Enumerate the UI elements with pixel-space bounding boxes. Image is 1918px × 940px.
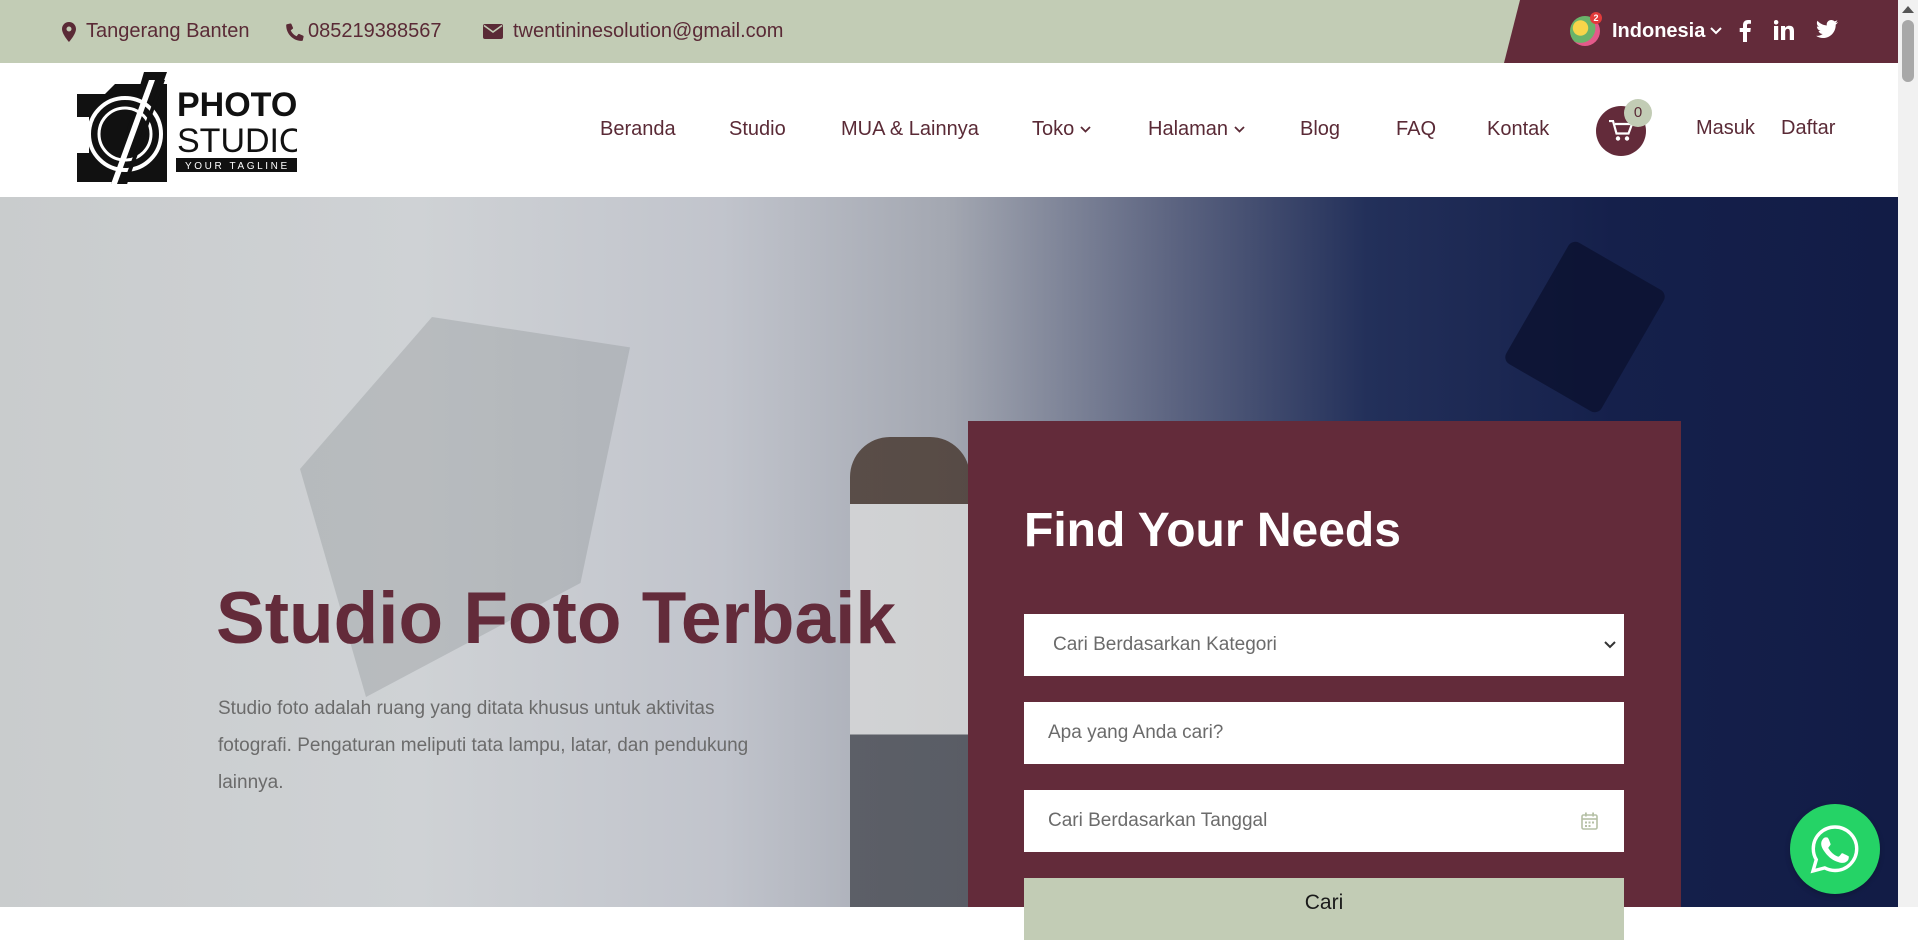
map-marker-icon [62, 21, 76, 42]
nav-kontak[interactable]: Kontak [1487, 118, 1549, 141]
keyword-search-input[interactable]: Apa yang Anda cari? [1024, 702, 1624, 764]
nav-blog[interactable]: Blog [1300, 118, 1340, 141]
site-logo[interactable]: PHOTO STUDIO YOUR TAGLINE [77, 72, 305, 189]
hero-photographer-image [850, 437, 970, 907]
flag-icon [1570, 12, 1602, 46]
chevron-down-icon [1604, 641, 1616, 649]
logo-text-photo: PHOTO [177, 86, 297, 124]
logo-tagline: YOUR TAGLINE [185, 161, 290, 172]
search-card: Find Your Needs Cari Berdasarkan Kategor… [968, 421, 1681, 940]
language-selector[interactable]: Indonesia [1570, 12, 1723, 46]
calendar-icon[interactable] [1581, 812, 1598, 830]
nav-mua[interactable]: MUA & Lainnya [841, 118, 979, 141]
phone-info[interactable]: 085219388567 [286, 20, 441, 43]
nav-halaman[interactable]: Halaman [1148, 118, 1245, 141]
nav-faq[interactable]: FAQ [1396, 118, 1436, 141]
email-text: twentininesolution@gmail.com [513, 20, 784, 42]
whatsapp-icon [1810, 825, 1859, 874]
hero-studio-light-shape [1502, 238, 1668, 416]
hero-description: Studio foto adalah ruang yang ditata khu… [218, 698, 749, 793]
twitter-icon[interactable] [1816, 20, 1838, 38]
nav-toko[interactable]: Toko [1032, 118, 1091, 141]
phone-icon [286, 22, 304, 41]
phone-text: 085219388567 [308, 20, 442, 42]
keyword-placeholder: Apa yang Anda cari? [1048, 722, 1224, 743]
language-label: Indonesia [1612, 19, 1706, 42]
category-select[interactable]: Cari Berdasarkan Kategori [1024, 614, 1624, 676]
chevron-down-icon [1710, 27, 1723, 35]
date-placeholder: Cari Berdasarkan Tanggal [1048, 810, 1268, 831]
facebook-icon[interactable] [1739, 20, 1751, 42]
date-search-input[interactable]: Cari Berdasarkan Tanggal [1024, 790, 1624, 852]
scroll-up-arrow-icon[interactable] [1902, 6, 1914, 13]
nav-studio[interactable]: Studio [729, 118, 786, 141]
nav-beranda[interactable]: Beranda [600, 118, 676, 141]
email-info[interactable]: twentininesolution@gmail.com [483, 20, 783, 43]
cart-count-badge: 0 [1624, 99, 1652, 127]
nav-halaman-label: Halaman [1148, 118, 1229, 140]
envelope-icon [483, 24, 503, 39]
scrollbar-thumb[interactable] [1902, 20, 1914, 82]
hero-title: Studio Foto Terbaik [216, 578, 896, 659]
location-text: Tangerang Banten [86, 20, 250, 42]
location-info: Tangerang Banten [62, 20, 249, 43]
chevron-down-icon [1234, 126, 1245, 133]
whatsapp-button[interactable] [1790, 804, 1880, 894]
nav-toko-label: Toko [1032, 118, 1075, 140]
page-scrollbar[interactable] [1898, 0, 1918, 907]
linkedin-icon[interactable] [1774, 20, 1794, 40]
search-button[interactable]: Cari [1024, 878, 1624, 940]
search-card-title: Find Your Needs [1024, 504, 1401, 557]
register-link[interactable]: Daftar [1781, 117, 1835, 140]
logo-text-studio: STUDIO [177, 122, 297, 160]
login-link[interactable]: Masuk [1696, 117, 1755, 140]
category-select-value: Cari Berdasarkan Kategori [1053, 634, 1277, 655]
chevron-down-icon [1080, 126, 1091, 133]
